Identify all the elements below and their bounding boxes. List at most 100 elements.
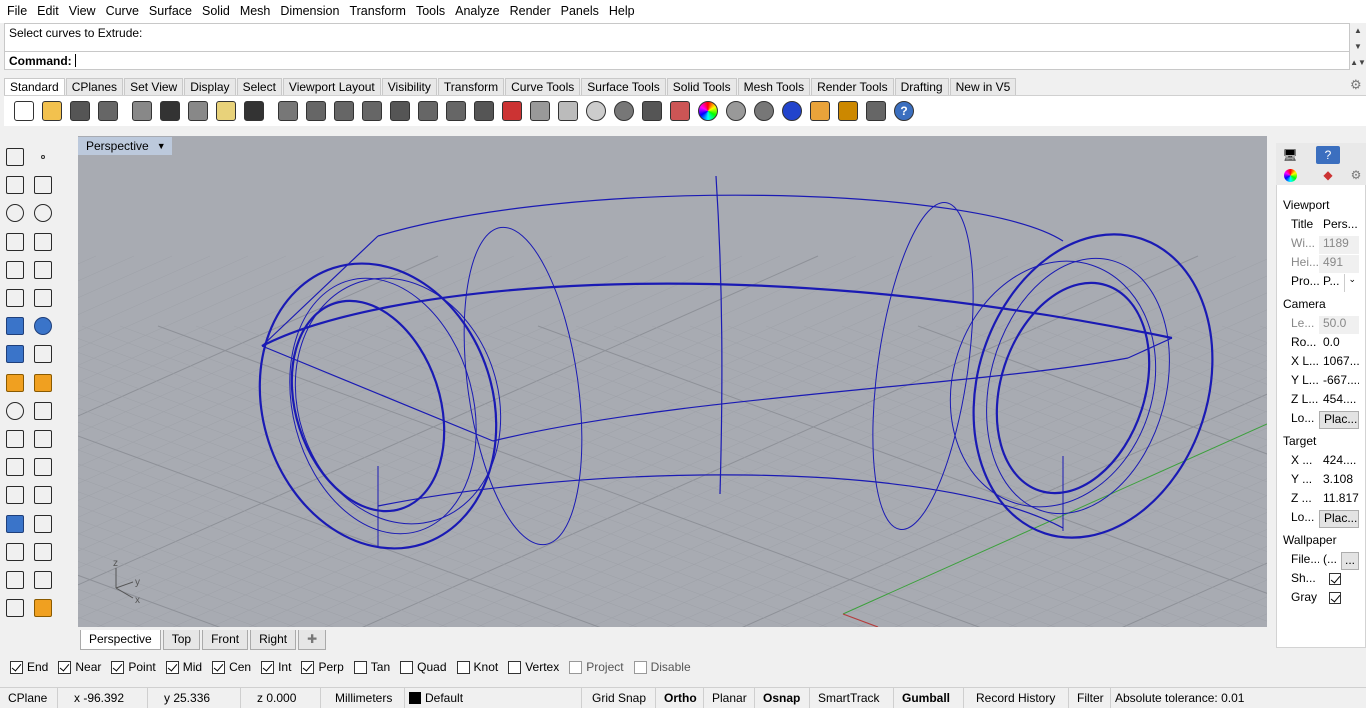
rotate-view-icon[interactable] <box>302 97 330 125</box>
curve-points-icon[interactable] <box>30 172 56 198</box>
block-icon[interactable] <box>2 511 28 537</box>
command-scrollbar[interactable]: ▲ ▼ ▲▼ <box>1350 23 1366 70</box>
tab-select[interactable]: Select <box>236 78 282 95</box>
prop-target-x-row[interactable]: X ... 424.... <box>1281 453 1359 471</box>
osnap-end[interactable]: End <box>10 660 48 674</box>
transform-icon[interactable] <box>2 370 28 396</box>
status-filter-button[interactable]: Filter <box>1069 687 1111 708</box>
import-icon[interactable] <box>128 97 156 125</box>
status-ortho-toggle[interactable]: Ortho <box>656 687 704 708</box>
prop-cam-z-row[interactable]: Z L... 454.... <box>1281 392 1359 410</box>
menu-solid[interactable]: Solid <box>197 0 235 23</box>
status-record-history-toggle[interactable]: Record History <box>964 687 1069 708</box>
perspective-viewport[interactable]: z y x <box>78 136 1267 627</box>
tab-curve-tools[interactable]: Curve Tools <box>505 78 581 95</box>
dimension-icon[interactable] <box>30 454 56 480</box>
rotate-camera-icon[interactable] <box>442 97 470 125</box>
tab-drafting[interactable]: Drafting <box>894 78 949 95</box>
align-icon[interactable] <box>30 539 56 565</box>
polygon-icon[interactable] <box>2 229 28 255</box>
array-icon[interactable] <box>2 482 28 508</box>
paint-bucket-icon[interactable] <box>30 595 56 621</box>
options-gear-icon[interactable] <box>834 97 862 125</box>
menu-analyze[interactable]: Analyze <box>450 0 504 23</box>
group-icon[interactable] <box>30 398 56 424</box>
boolean-union-icon[interactable] <box>2 398 28 424</box>
viewport-title[interactable]: Perspective ▼ <box>78 137 172 155</box>
arc-icon[interactable] <box>30 257 56 283</box>
render-sphere-icon[interactable] <box>722 97 750 125</box>
menu-transform[interactable]: Transform <box>344 0 411 23</box>
point-icon[interactable] <box>30 144 56 170</box>
osnap-knot[interactable]: Knot <box>456 660 498 674</box>
prop-cam-y-row[interactable]: Y L... -667.... <box>1281 373 1359 391</box>
viewport-canvas[interactable]: z y x <box>78 136 1267 627</box>
osnap-tan[interactable]: Tan <box>353 660 390 674</box>
osnap-cen[interactable]: Cen <box>212 660 251 674</box>
osnap-quad[interactable]: Quad <box>400 660 447 674</box>
prop-wallpaper-gray-row[interactable]: Gray <box>1281 590 1359 608</box>
light-icon[interactable] <box>610 97 638 125</box>
blue-sphere-icon[interactable] <box>778 97 806 125</box>
prop-target-location-row[interactable]: Lo... Plac... <box>1281 510 1359 528</box>
rectangle-icon[interactable] <box>30 229 56 255</box>
box-solid-icon[interactable] <box>2 313 28 339</box>
menu-mesh[interactable]: Mesh <box>235 0 276 23</box>
scroll-up-icon[interactable]: ▲ <box>1354 26 1362 35</box>
color-icon[interactable] <box>694 97 722 125</box>
car-icon[interactable] <box>498 97 526 125</box>
panel-options-gear-icon[interactable]: ⚙ <box>1344 166 1366 184</box>
osnap-vertex-checkbox[interactable] <box>508 660 522 674</box>
ellipse-icon[interactable] <box>30 200 56 226</box>
osnap-quad-checkbox[interactable] <box>400 660 414 674</box>
status-osnap-toggle[interactable]: Osnap <box>755 687 810 708</box>
menu-tools[interactable]: Tools <box>411 0 450 23</box>
materials-color-icon[interactable] <box>1278 166 1302 184</box>
curve-from-object-icon[interactable] <box>2 567 28 593</box>
tab-display[interactable]: Display <box>184 78 236 95</box>
ghosted-icon[interactable] <box>554 97 582 125</box>
save-icon[interactable] <box>66 97 94 125</box>
status-gumball-toggle[interactable]: Gumball <box>894 687 964 708</box>
zoom-icon[interactable] <box>330 97 358 125</box>
osnap-end-checkbox[interactable] <box>10 660 23 674</box>
mirror-icon[interactable] <box>30 482 56 508</box>
osnap-mid[interactable]: Mid <box>165 660 202 674</box>
four-viewports-icon[interactable] <box>470 97 498 125</box>
status-layer[interactable]: Default <box>405 687 582 708</box>
status-smarttrack-toggle[interactable]: SmartTrack <box>810 687 894 708</box>
prop-target-z-row[interactable]: Z ... 11.817 <box>1281 491 1359 509</box>
lock-icon[interactable] <box>638 97 666 125</box>
menu-view[interactable]: View <box>64 0 101 23</box>
tab-standard[interactable]: Standard <box>4 78 65 95</box>
layers-icon[interactable] <box>666 97 694 125</box>
shade-icon[interactable] <box>526 97 554 125</box>
curve-edit-icon[interactable] <box>2 257 28 283</box>
paste-icon[interactable] <box>212 97 240 125</box>
gloss-sphere-icon[interactable] <box>750 97 778 125</box>
menu-dimension[interactable]: Dimension <box>275 0 344 23</box>
status-cplane[interactable]: CPlane <box>0 687 58 708</box>
osnap-point[interactable]: Point <box>111 660 156 674</box>
menu-render[interactable]: Render <box>505 0 556 23</box>
viewport-menu-dropdown-icon[interactable]: ▼ <box>157 141 166 151</box>
menu-panels[interactable]: Panels <box>556 0 604 23</box>
prop-wallpaper-file-row[interactable]: File... (...... <box>1281 552 1359 570</box>
circle-icon[interactable] <box>2 200 28 226</box>
tab-render-tools[interactable]: Render Tools <box>811 78 894 95</box>
tab-surface-tools[interactable]: Surface Tools <box>581 78 666 95</box>
properties-monitor-icon[interactable]: 🖥 <box>1278 146 1302 164</box>
shapes-icon[interactable] <box>2 595 28 621</box>
status-planar-toggle[interactable]: Planar <box>704 687 755 708</box>
osnap-vertex[interactable]: Vertex <box>508 660 559 674</box>
osnap-project-checkbox[interactable] <box>569 660 583 674</box>
tab-mesh-tools[interactable]: Mesh Tools <box>737 78 811 95</box>
osnap-int[interactable]: Int <box>261 660 291 674</box>
status-absolute-tolerance[interactable]: Absolute tolerance: 0.01 <box>1111 688 1252 708</box>
osnap-point-checkbox[interactable] <box>111 660 125 674</box>
tab-visibility[interactable]: Visibility <box>381 78 437 95</box>
tab-new-in-v5[interactable]: New in V5 <box>949 78 1017 95</box>
copy-icon[interactable] <box>184 97 212 125</box>
select-arrow-icon[interactable] <box>2 144 28 170</box>
osnap-near-checkbox[interactable] <box>58 660 72 674</box>
